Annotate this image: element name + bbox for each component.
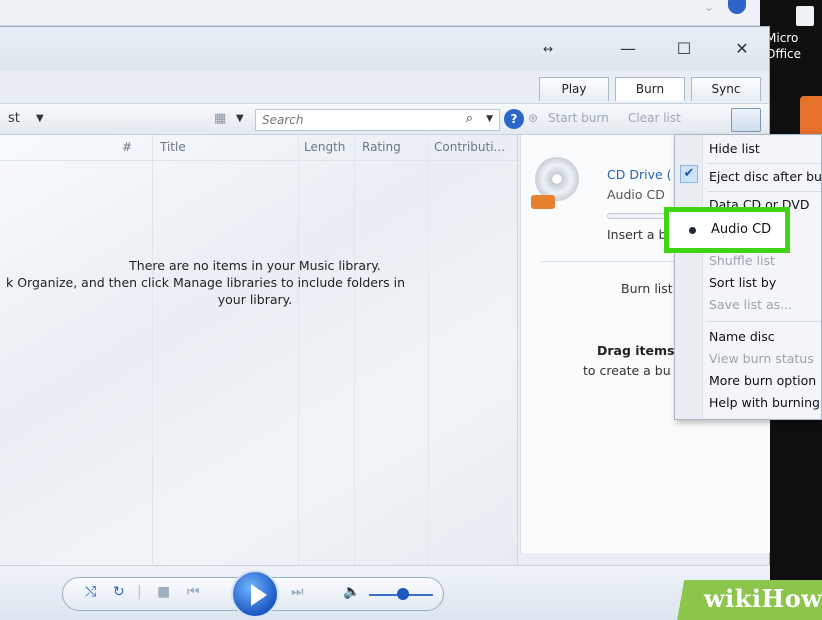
insert-disc-text: Insert a b <box>607 227 667 242</box>
empty-message-line: There are no items in your Music library… <box>129 258 381 273</box>
media-player-window: ↔ — ☐ ✕ Play Burn Sync st ▼ ▦ ▼ ⌕ ▼ ? ⊛ … <box>0 26 770 620</box>
menu-item-name-disc[interactable]: Name disc <box>709 329 775 344</box>
menu-item-sort-list[interactable]: Sort list by <box>709 275 776 290</box>
dropdown-arrow-icon[interactable]: ▼ <box>36 113 44 124</box>
list-options-button[interactable] <box>731 108 761 132</box>
list-dropdown-label[interactable]: st <box>8 111 20 126</box>
menu-separator <box>707 191 821 192</box>
maximize-button[interactable]: ☐ <box>664 35 704 63</box>
menu-separator <box>707 163 821 164</box>
help-icon[interactable]: ? <box>504 109 524 129</box>
menu-item-view-burn-status: View burn status <box>709 351 814 366</box>
next-icon[interactable]: ⏭ <box>291 584 304 600</box>
office-shortcut-label: Micro Office <box>766 31 802 61</box>
volume-slider-knob[interactable] <box>397 588 409 600</box>
office-shortcut-icon[interactable] <box>796 6 814 26</box>
column-separator <box>298 135 299 565</box>
menu-item-shuffle-list: Shuffle list <box>709 253 775 268</box>
view-options-arrow-icon[interactable]: ▼ <box>236 113 244 124</box>
burn-arrow-icon <box>531 195 555 209</box>
radio-selected-icon <box>689 227 696 234</box>
column-contributing-artist[interactable]: Contributi... <box>434 140 505 154</box>
column-title[interactable]: Title <box>160 140 186 154</box>
search-input[interactable] <box>256 110 446 130</box>
burn-disc-icon: ⊛ <box>528 111 539 125</box>
drag-items-heading: Drag items <box>597 343 675 358</box>
disc-type-label: Audio CD <box>607 187 665 202</box>
menu-item-help-with-burning[interactable]: Help with burning <box>709 395 820 410</box>
tab-play[interactable]: Play <box>539 77 609 101</box>
minimize-button[interactable]: — <box>608 35 648 63</box>
playback-controls-bar: ⤭ ↻ | ■ ⏮ ⏭ 🔈 <box>0 565 770 620</box>
repeat-icon[interactable]: ↻ <box>113 584 125 600</box>
audio-cd-highlight[interactable]: Audio CD <box>664 207 790 253</box>
start-burn-button[interactable]: Start burn <box>548 111 609 125</box>
office-app-icon[interactable] <box>800 96 822 138</box>
shuffle-icon[interactable]: ⤭ <box>85 584 96 600</box>
help-icon[interactable] <box>728 0 746 14</box>
chevron-down-icon[interactable]: ⌄ <box>704 0 714 14</box>
wikihow-watermark: wikiHow <box>670 580 822 620</box>
search-icon[interactable]: ⌕ <box>466 111 473 126</box>
tab-sync[interactable]: Sync <box>691 77 761 101</box>
menu-item-save-list: Save list as... <box>709 297 793 312</box>
drag-items-hint: to create a bu <box>583 363 671 378</box>
menu-item-hide-list[interactable]: Hide list <box>709 141 760 156</box>
snap-icon[interactable]: ↔ <box>528 35 568 63</box>
tab-bar: Play Burn Sync <box>539 77 761 101</box>
separator-icon: | <box>137 584 142 600</box>
empty-library-message: There are no items in your Music library… <box>0 257 440 308</box>
menu-item-audio-cd[interactable]: Audio CD <box>711 222 771 237</box>
clear-list-button[interactable]: Clear list <box>628 111 681 125</box>
background-window: ⌄ <box>0 0 760 26</box>
burn-list-title: Burn list <box>621 281 673 296</box>
wikihow-logo: wikiHow <box>704 584 822 613</box>
play-button[interactable] <box>231 570 279 618</box>
previous-icon[interactable]: ⏮ <box>187 584 200 600</box>
cd-drive-link[interactable]: CD Drive ( <box>607 167 672 182</box>
column-separator <box>152 135 153 565</box>
search-box: ⌕ ▼ <box>255 109 500 131</box>
menu-item-more-burn-options[interactable]: More burn option <box>709 373 816 388</box>
column-number[interactable]: # <box>122 140 132 154</box>
empty-message-line: k Organize, and then click Manage librar… <box>6 275 406 290</box>
playback-controls: ⤭ ↻ | ■ ⏮ ⏭ 🔈 <box>62 570 444 618</box>
title-bar: ↔ — ☐ ✕ <box>0 27 769 71</box>
volume-icon[interactable]: 🔈 <box>343 584 360 600</box>
toolbar: st ▼ ▦ ▼ ⌕ ▼ ? ⊛ Start burn Clear list <box>0 103 769 135</box>
column-rating[interactable]: Rating <box>362 140 401 154</box>
column-length[interactable]: Length <box>304 140 345 154</box>
search-options-arrow-icon[interactable]: ▼ <box>486 114 493 124</box>
empty-message-line: your library. <box>217 292 293 307</box>
menu-item-eject-disc[interactable]: Eject disc after bu <box>709 169 822 184</box>
stop-icon[interactable]: ■ <box>157 584 170 600</box>
menu-separator <box>707 321 821 322</box>
checkmark-icon: ✔ <box>680 165 698 183</box>
tab-burn[interactable]: Burn <box>615 77 685 101</box>
view-options-icon[interactable]: ▦ <box>214 111 226 126</box>
column-header-row: # Title Length Rating Contributi... <box>0 135 517 161</box>
column-separator <box>354 135 355 565</box>
list-options-menu: Hide list ✔ Eject disc after bu Data CD … <box>674 134 822 420</box>
column-separator <box>428 135 429 565</box>
library-pane: # Title Length Rating Contributi... Ther… <box>0 135 518 565</box>
close-button[interactable]: ✕ <box>722 35 762 63</box>
